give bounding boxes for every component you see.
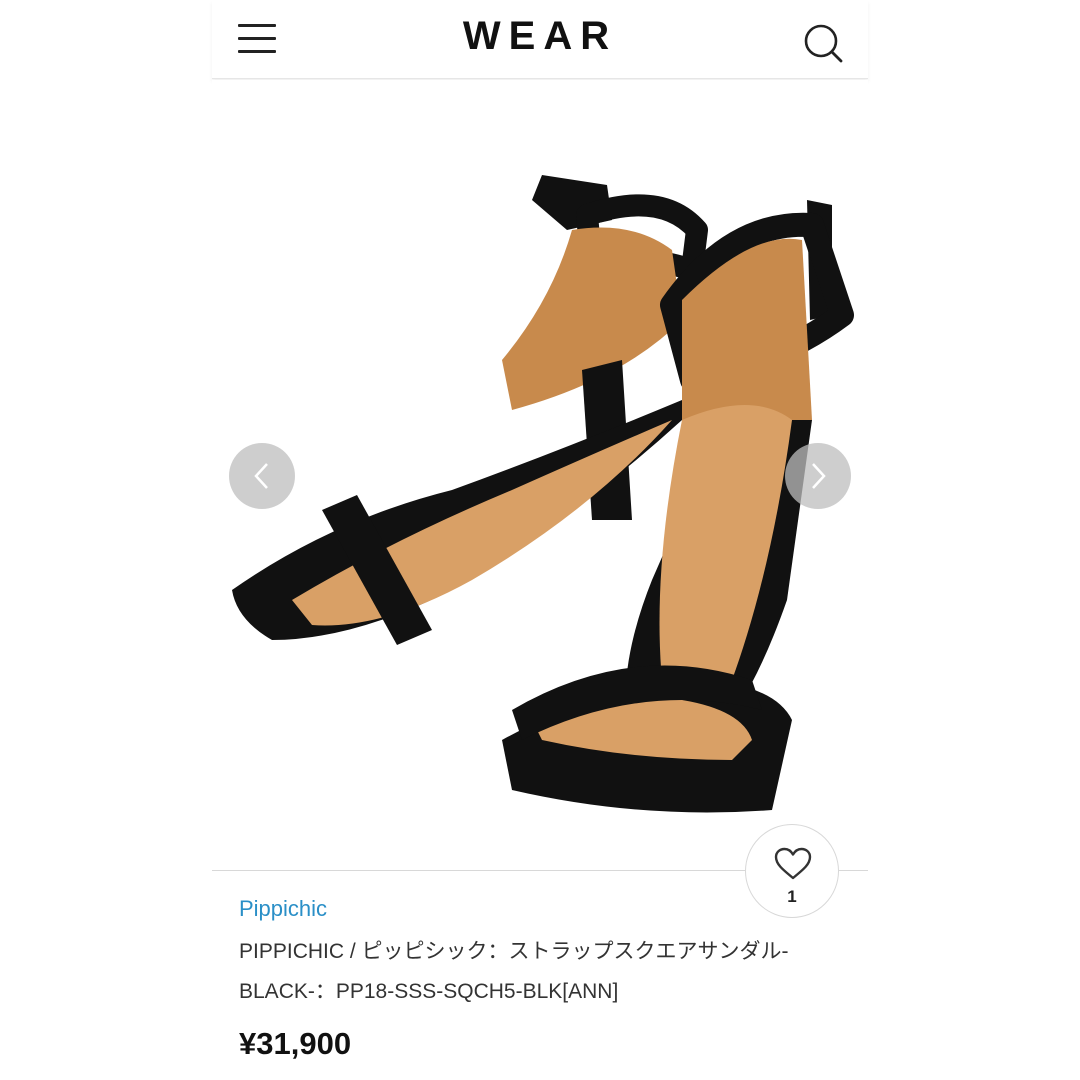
favorite-button[interactable]: 1: [745, 824, 839, 918]
product-image: [232, 175, 854, 813]
previous-image-button[interactable]: [229, 443, 295, 509]
brand-link[interactable]: Pippichic: [239, 896, 327, 922]
next-image-button[interactable]: [785, 443, 851, 509]
product-image-gallery[interactable]: [212, 80, 868, 870]
search-button[interactable]: [802, 22, 844, 64]
app-header: WEAR: [212, 0, 868, 79]
chevron-right-icon: [812, 463, 826, 489]
chevron-left-icon: [254, 463, 268, 489]
site-logo[interactable]: WEAR: [212, 14, 868, 59]
heart-icon: [774, 847, 812, 880]
product-title: PIPPICHIC / ピッピシック：ストラップスクエアサンダル-BLACK-：…: [239, 940, 789, 1003]
search-icon: [804, 24, 843, 63]
favorite-count: 1: [787, 887, 797, 906]
product-price: ¥31,900: [239, 1026, 352, 1061]
